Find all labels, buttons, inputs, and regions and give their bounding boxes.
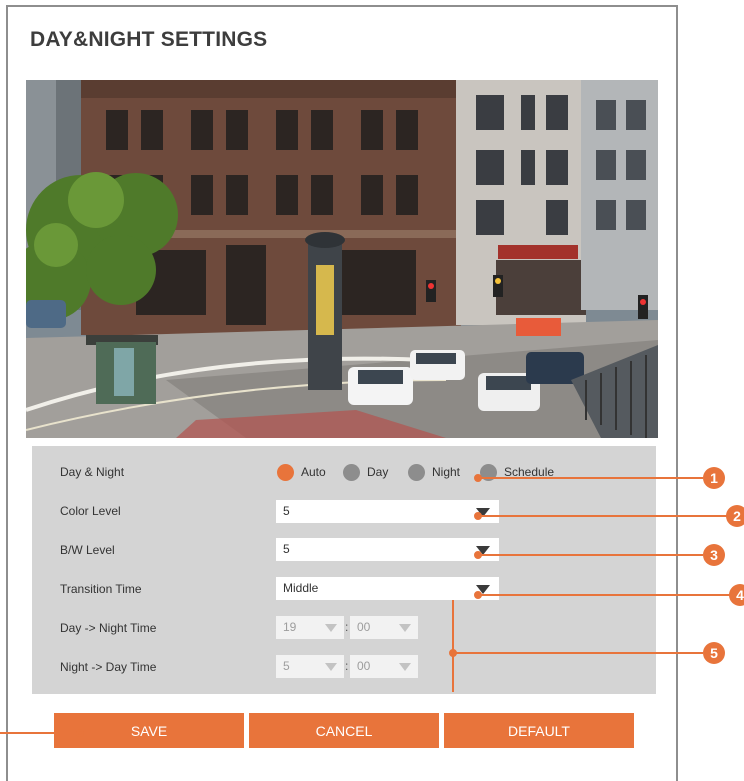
callout-badge-2: 2 bbox=[726, 505, 744, 527]
callout-badge-3: 3 bbox=[703, 544, 725, 566]
callout-badge-5: 5 bbox=[703, 642, 725, 664]
callout-lines bbox=[0, 474, 733, 737]
callout-badge-4: 4 bbox=[729, 584, 744, 606]
callout-badge-1: 1 bbox=[703, 467, 725, 489]
